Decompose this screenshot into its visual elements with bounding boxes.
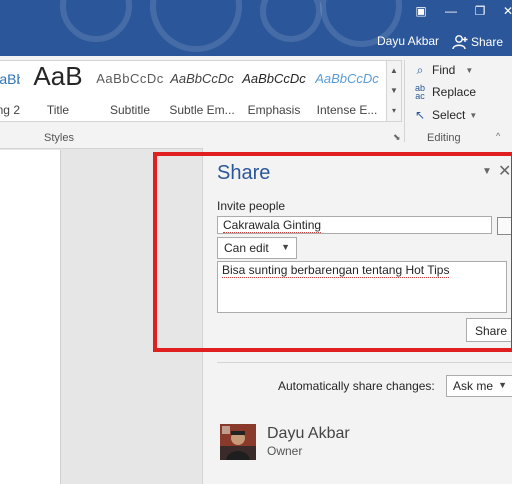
find-button[interactable]: ⌕ Find ▼	[412, 62, 474, 78]
style-subtle-emphasis[interactable]: AaBbCcDc Subtle Em...	[168, 61, 236, 119]
replace-label: Replace	[432, 85, 477, 99]
style-sample: AaBbCcDc	[170, 71, 234, 86]
gallery-scroll: ▲ ▼ ▾	[386, 60, 402, 122]
style-subtitle[interactable]: AaBbCcDc Subtitle	[96, 61, 164, 119]
replace-icon: ab ac	[414, 83, 425, 101]
style-name: Title	[46, 103, 70, 117]
decorative-circle	[260, 0, 322, 42]
gallery-up-icon[interactable]: ▲	[387, 61, 401, 81]
close-window-icon[interactable]: ✕	[494, 2, 512, 20]
editing-group-label: Editing	[427, 132, 461, 144]
select-cursor-icon: ↖	[414, 108, 426, 122]
style-sample: AaBbCcDc	[242, 71, 306, 86]
gallery-down-icon[interactable]: ▼	[387, 81, 401, 101]
owner-name: Dayu Akbar	[267, 425, 350, 442]
select-button[interactable]: ↖ Select ▼	[412, 107, 477, 123]
signed-in-user[interactable]: Dayu Akbar	[377, 34, 439, 48]
style-sample: AaBbCcDc	[0, 71, 20, 87]
gallery-more-icon[interactable]: ▾	[387, 101, 401, 121]
ribbon: AaBbCcDc Heading 2 AaB Title AaBbCcDc Su…	[0, 56, 512, 149]
person-add-icon	[452, 35, 468, 50]
avatar	[220, 424, 256, 460]
style-intense-emphasis[interactable]: AaBbCcDc Intense E...	[312, 61, 382, 119]
dialog-launcher-icon[interactable]: ⬊	[393, 132, 401, 143]
share-top-label: Share	[471, 35, 504, 49]
style-name: Subtle Em...	[169, 103, 235, 117]
style-name: Intense E...	[316, 103, 378, 117]
styles-gallery: AaBbCcDc Heading 2 AaB Title AaBbCcDc Su…	[0, 60, 401, 122]
auto-share-label: Automatically share changes:	[278, 379, 435, 393]
style-emphasis[interactable]: AaBbCcDc Emphasis	[240, 61, 308, 119]
style-title[interactable]: AaB Title	[24, 61, 92, 119]
ribbon-display-options-icon[interactable]: ▣	[407, 2, 435, 20]
style-sample: AaBbCcDc	[315, 71, 379, 86]
minimize-icon[interactable]: —	[437, 2, 465, 20]
chevron-down-icon: ▼	[465, 65, 474, 75]
highlight-frame	[153, 152, 512, 352]
style-name: Subtitle	[109, 103, 151, 117]
auto-share-value: Ask me	[453, 379, 494, 393]
document-page[interactable]	[0, 150, 61, 484]
chevron-down-icon: ▼	[498, 380, 507, 390]
select-label: Select	[432, 108, 466, 122]
decorative-circle	[60, 0, 132, 42]
title-bar: ▣ — ❐ ✕ Dayu Akbar Share	[0, 0, 512, 56]
style-name: Emphasis	[247, 103, 301, 117]
style-sample: AaB	[33, 61, 83, 91]
decorative-circle	[150, 0, 242, 52]
divider	[217, 362, 512, 363]
auto-share-select[interactable]: Ask me ▼	[446, 375, 512, 397]
style-heading-2[interactable]: AaBbCcDc Heading 2	[0, 61, 20, 119]
chevron-down-icon: ▼	[469, 110, 478, 120]
find-icon: ⌕	[416, 63, 424, 77]
find-label: Find	[432, 63, 456, 77]
owner-role: Owner	[267, 444, 303, 458]
style-name: Heading 2	[0, 103, 20, 117]
styles-group-label: Styles	[44, 132, 74, 144]
group-divider	[404, 60, 405, 142]
collapse-ribbon-icon[interactable]: ^	[496, 131, 500, 141]
share-top-button[interactable]: Share	[452, 32, 503, 52]
replace-button[interactable]: ab ac Replace	[412, 83, 477, 101]
restore-icon[interactable]: ❐	[466, 2, 494, 20]
style-sample: AaBbCcDc	[96, 71, 164, 86]
